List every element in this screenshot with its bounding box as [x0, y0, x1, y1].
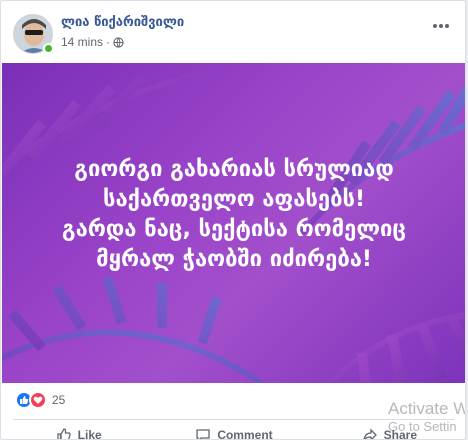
- comment-icon: [196, 429, 210, 439]
- post-image[interactable]: გიორგი გახარიას სრულიად საქართველო აფასე…: [2, 63, 465, 383]
- online-status-dot: [43, 43, 54, 54]
- reactions-summary[interactable]: 25: [15, 391, 65, 409]
- share-icon: [363, 428, 377, 439]
- post-time[interactable]: 14 mins: [61, 35, 103, 49]
- post-text-line: გიორგი გახარიას სრულიად: [74, 157, 394, 182]
- globe-icon[interactable]: [113, 36, 124, 48]
- like-button[interactable]: Like: [1, 423, 156, 440]
- thumbs-up-icon: [57, 428, 71, 439]
- post-text: გიორგი გახარიას სრულიად საქართველო აფასე…: [2, 155, 465, 275]
- activate-windows-watermark: Activate W: [388, 399, 466, 418]
- post-meta: 14 mins ·: [61, 35, 124, 49]
- share-button[interactable]: Share: [312, 423, 465, 440]
- comment-label: Comment: [217, 428, 273, 440]
- post-text-line: საქართველო აფასებს!: [102, 187, 366, 212]
- comment-button[interactable]: Comment: [156, 423, 311, 440]
- post-text-line: მყრალ ჭაობში იძირება!: [96, 247, 372, 272]
- post-card: ლია წიქარიშვილი 14 mins · გიორგი გახარია…: [0, 0, 466, 440]
- post-text-line: გარდა ნაც, სექტისა რომელიც: [61, 217, 407, 242]
- post-header: ლია წიქარიშვილი 14 mins ·: [1, 1, 465, 63]
- like-label: Like: [77, 428, 102, 440]
- more-options-icon[interactable]: [433, 15, 453, 29]
- author-name[interactable]: ლია წიქარიშვილი: [61, 15, 184, 30]
- action-divider: [13, 419, 455, 420]
- reaction-count: 25: [52, 393, 66, 407]
- love-icon: [29, 391, 47, 409]
- post-actions: Like Comment Share: [1, 423, 465, 440]
- share-label: Share: [383, 428, 417, 440]
